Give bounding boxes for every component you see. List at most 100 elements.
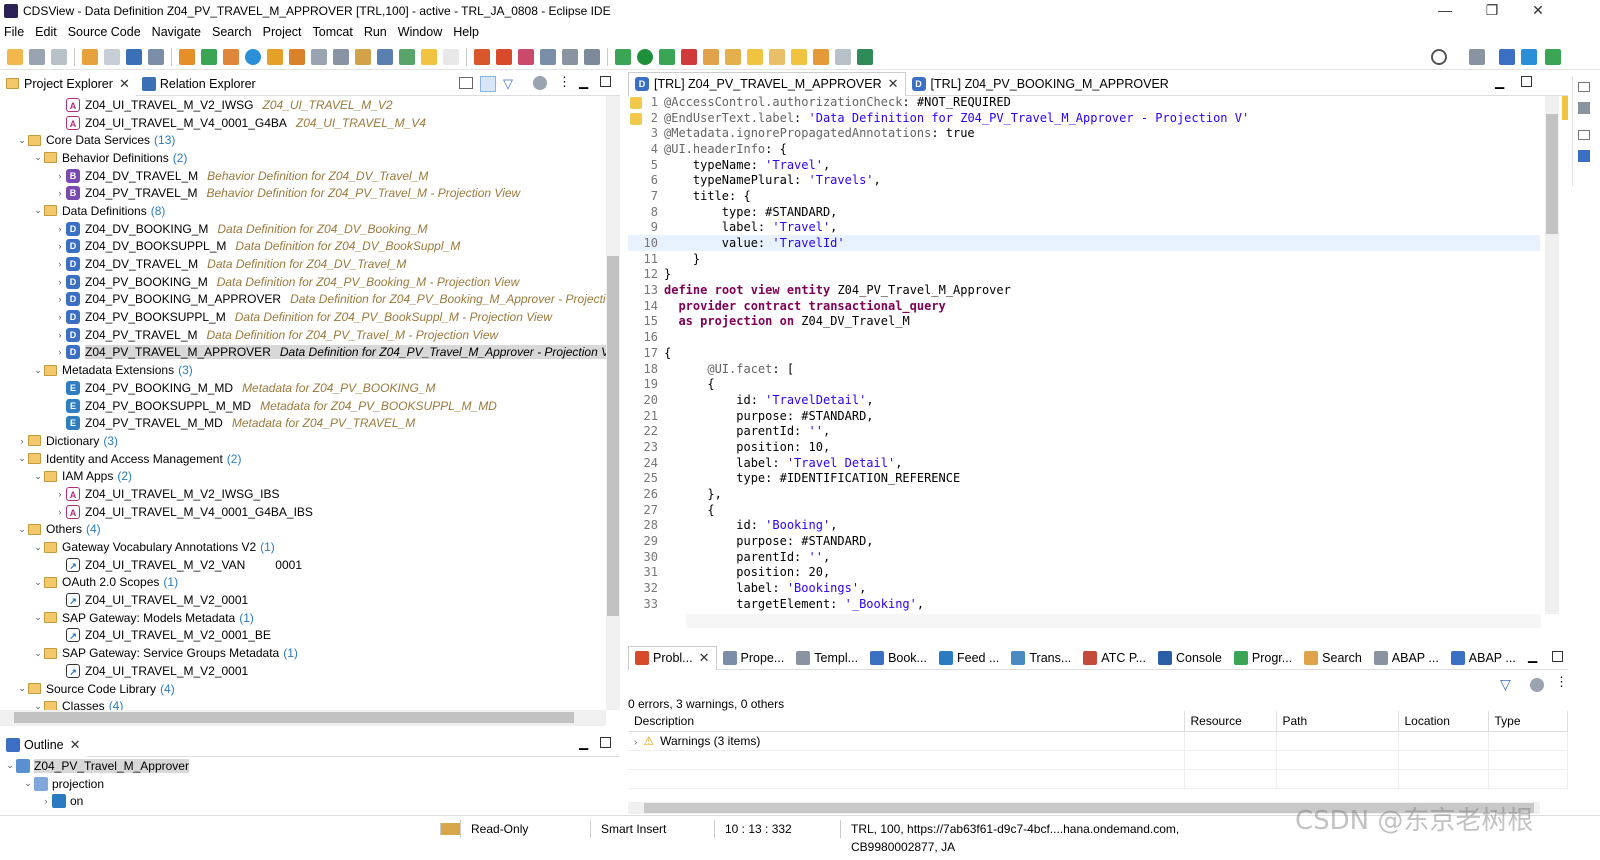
tree-row[interactable]: ⌄ SAP Gateway: Models Metadata (1) [0,609,620,627]
tree-row[interactable]: ↗ Z04_UI_TRAVEL_M_V2_0001_BE [0,627,620,645]
tree-row[interactable]: › Dictionary (3) [0,432,620,450]
code-line[interactable]: 3 @Metadata.ignorePropagatedAnnotations: … [628,125,1540,141]
code-line[interactable]: 23 position: 10, [628,439,1540,455]
code-line[interactable]: 25 type: #IDENTIFICATION_REFERENCE [628,471,1540,487]
bottom-tab-6[interactable]: ATC P... [1077,646,1152,670]
tree-row[interactable]: E Z04_PV_BOOKSUPPL_M_MD Metadata for Z04_P… [0,397,620,415]
code-line[interactable]: 12} [628,267,1540,283]
terminal-icon[interactable] [126,48,142,65]
tree-row[interactable]: › B Z04_PV_TRAVEL_M Behavior Definition for… [0,184,620,202]
tree-row[interactable]: A Z04_UI_TRAVEL_M_V4_0001_G4BA Z04_UI_TRAV… [0,114,620,132]
bottom-tab-7[interactable]: Console [1152,646,1228,670]
menu-tomcat[interactable]: Tomcat [313,25,353,39]
outline-row[interactable]: ⌄ Z04_PV_Travel_M_Approver [0,757,606,775]
bottom-tab-11[interactable]: ABAP ... [1445,646,1522,670]
pilcrow-icon[interactable] [443,48,459,65]
bottom-tab-8[interactable]: Progr... [1228,646,1298,670]
tree-row[interactable]: ↗ Z04_UI_TRAVEL_M_V2_VAN 0001 [0,556,620,574]
abap-project-icon[interactable] [179,48,195,65]
tree-row[interactable]: ⌄ Data Definitions (8) [0,202,620,220]
minimize-editor-icon[interactable]: ▁ [1495,75,1504,89]
tree-row[interactable]: ↗ Z04_UI_TRAVEL_M_V2_0001 [0,662,620,680]
tree-row[interactable]: E Z04_PV_TRAVEL_M_MD Metadata for Z04_PV_T… [0,414,620,432]
collapsed-icon[interactable]: › [54,188,66,198]
tree-row[interactable]: ⌄ Identity and Access Management (2) [0,450,620,468]
bottom-tab-9[interactable]: Search [1298,646,1368,670]
activate-all-icon[interactable] [223,48,239,65]
annotation-icon[interactable] [725,48,741,65]
collapsed-icon[interactable]: › [54,241,66,251]
code-line[interactable]: 1 @AccessControl.authorizationCheck: #NOT… [628,94,1540,110]
code-line[interactable]: 21 purpose: #STANDARD, [628,408,1540,424]
maximize-editor-icon[interactable] [1521,76,1532,87]
tree-row[interactable]: › D Z04_PV_TRAVEL_M Data Definition for Z04… [0,326,620,344]
tree-horizontal-scrollbar[interactable] [0,710,606,726]
run-icon[interactable] [637,48,653,65]
close-icon[interactable]: ✕ [119,76,130,92]
tree-row[interactable]: › D Z04_PV_BOOKING_M_APPROVER Data Definiti… [0,291,620,309]
code-line[interactable]: 7 title: { [628,188,1540,204]
code-line[interactable]: 28 id: 'Booking', [628,518,1540,534]
next-annotation-icon[interactable] [747,48,763,65]
tree-row[interactable]: › B Z04_DV_TRAVEL_M Behavior Definition for… [0,167,620,185]
tab-relation-explorer[interactable]: Relation Explorer [136,72,262,96]
help-icon[interactable] [1578,150,1590,162]
debug-icon[interactable] [267,48,283,65]
tree-vertical-scrollbar[interactable] [606,96,620,710]
code-line[interactable]: 30 parentId: '', [628,549,1540,565]
code-line[interactable]: 20 id: 'TravelDetail', [628,392,1540,408]
redo-icon[interactable] [104,48,120,65]
expanded-icon[interactable]: ⌄ [32,471,44,482]
tree-row[interactable]: ⌄ Others (4) [0,521,620,539]
expanded-icon[interactable]: ⌄ [32,612,44,623]
bug-icon[interactable] [496,48,512,65]
bottom-tab-4[interactable]: Feed ... [933,646,1005,670]
code-line[interactable]: 32 label: 'Bookings', [628,580,1540,596]
collapsed-icon[interactable]: › [54,259,66,269]
collapsed-icon[interactable]: › [54,224,66,234]
open-perspective-icon[interactable] [1469,48,1485,65]
activate-icon[interactable] [201,48,217,65]
collapsed-icon[interactable]: › [54,277,66,287]
maximize-view-icon[interactable] [600,737,611,748]
code-line[interactable]: 31 position: 20, [628,565,1540,581]
tree-row[interactable]: ⌄ IAM Apps (2) [0,467,620,485]
expanded-icon[interactable]: ⌄ [16,683,28,694]
tree-row[interactable]: ⌄ Gateway Vocabulary Annotations V2 (1) [0,538,620,556]
tree-row[interactable]: › A Z04_UI_TRAVEL_M_V4_0001_G4BA_IBS [0,503,620,521]
code-line[interactable]: 16 [628,329,1540,345]
collapsed-icon[interactable]: › [54,330,66,340]
undo-icon[interactable] [82,48,98,65]
block-icon[interactable] [562,48,578,65]
collapsed-icon[interactable]: › [16,436,28,446]
toggle-mark-icon[interactable] [399,48,415,65]
save-all-icon[interactable] [51,48,67,65]
tree-row[interactable]: ⌄ Behavior Definitions (2) [0,149,620,167]
tree-row[interactable]: ⌄ SAP Gateway: Service Groups Metadata (1) [0,644,620,662]
new-icon[interactable] [7,48,23,65]
collapsed-icon[interactable]: › [54,294,66,304]
collapsed-icon[interactable]: › [54,171,66,181]
bottom-tab-0[interactable]: Probl... ✕ [628,645,717,670]
minimize-view-icon[interactable]: ▁ [1528,649,1537,663]
check-icon[interactable] [245,48,261,65]
column-path[interactable]: Path [1276,711,1399,732]
menu-project[interactable]: Project [263,25,302,39]
code-line[interactable]: 24 label: 'Travel Detail', [628,455,1540,471]
tree-row[interactable]: › D Z04_PV_TRAVEL_M_APPROVER Data Definitio… [0,344,620,362]
maximize-view-icon[interactable] [1552,651,1563,662]
tree-row[interactable]: › D Z04_DV_TRAVEL_M Data Definition for Z04… [0,255,620,273]
expanded-icon[interactable]: ⌄ [16,453,28,464]
restore-button[interactable]: ❐ [1477,2,1507,19]
tree-row[interactable]: ⌄ Source Code Library (4) [0,680,620,698]
abap-perspective-icon[interactable] [1499,48,1515,65]
column-resource[interactable]: Resource [1184,711,1277,732]
expanded-icon[interactable]: ⌄ [32,365,44,376]
outline-row[interactable]: › on [0,792,606,810]
expand-icon[interactable]: › [634,737,637,748]
collapsed-icon[interactable]: › [54,489,66,499]
column-location[interactable]: Location [1398,711,1489,732]
tab-outline[interactable]: Outline ✕ [0,732,87,757]
code-line[interactable]: 27 { [628,502,1540,518]
stop-icon[interactable] [681,48,697,65]
